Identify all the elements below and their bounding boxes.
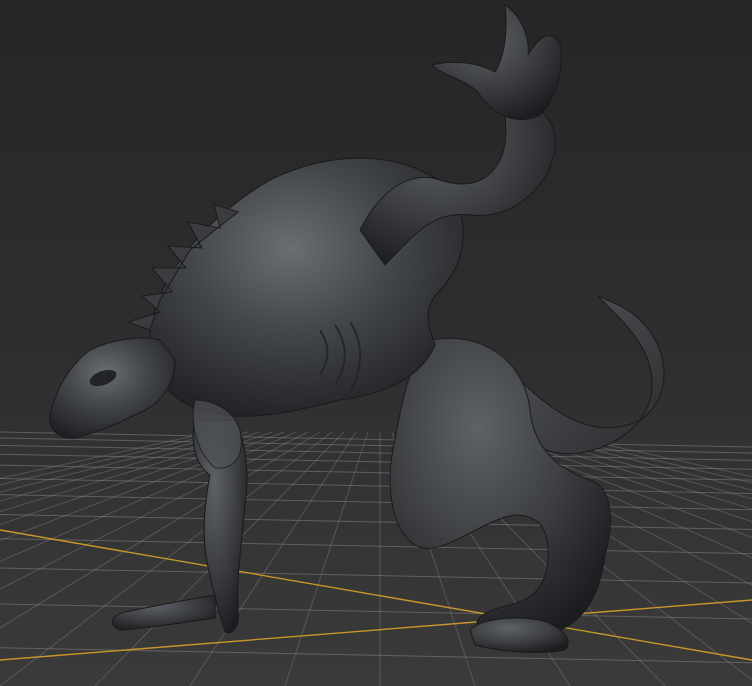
grid-line <box>0 538 752 555</box>
grid-line <box>0 494 752 511</box>
grid-line <box>0 431 752 448</box>
grid-line <box>0 603 752 620</box>
viewport-canvas[interactable] <box>0 0 752 686</box>
creature-head <box>49 337 176 439</box>
grid-axis-z <box>0 599 752 661</box>
grid-line <box>0 437 752 454</box>
grid-axis-x <box>0 529 752 661</box>
creature-back-leg <box>389 337 611 638</box>
creature-front-hand <box>111 594 216 631</box>
ground-grid <box>0 431 752 686</box>
grid-line <box>0 431 213 479</box>
grid-line <box>0 647 752 664</box>
creature-model[interactable] <box>49 3 665 653</box>
grid-line <box>284 431 369 686</box>
grid-line <box>0 567 752 584</box>
creature-raised-hand <box>431 3 562 120</box>
3d-viewport[interactable] <box>0 0 752 686</box>
